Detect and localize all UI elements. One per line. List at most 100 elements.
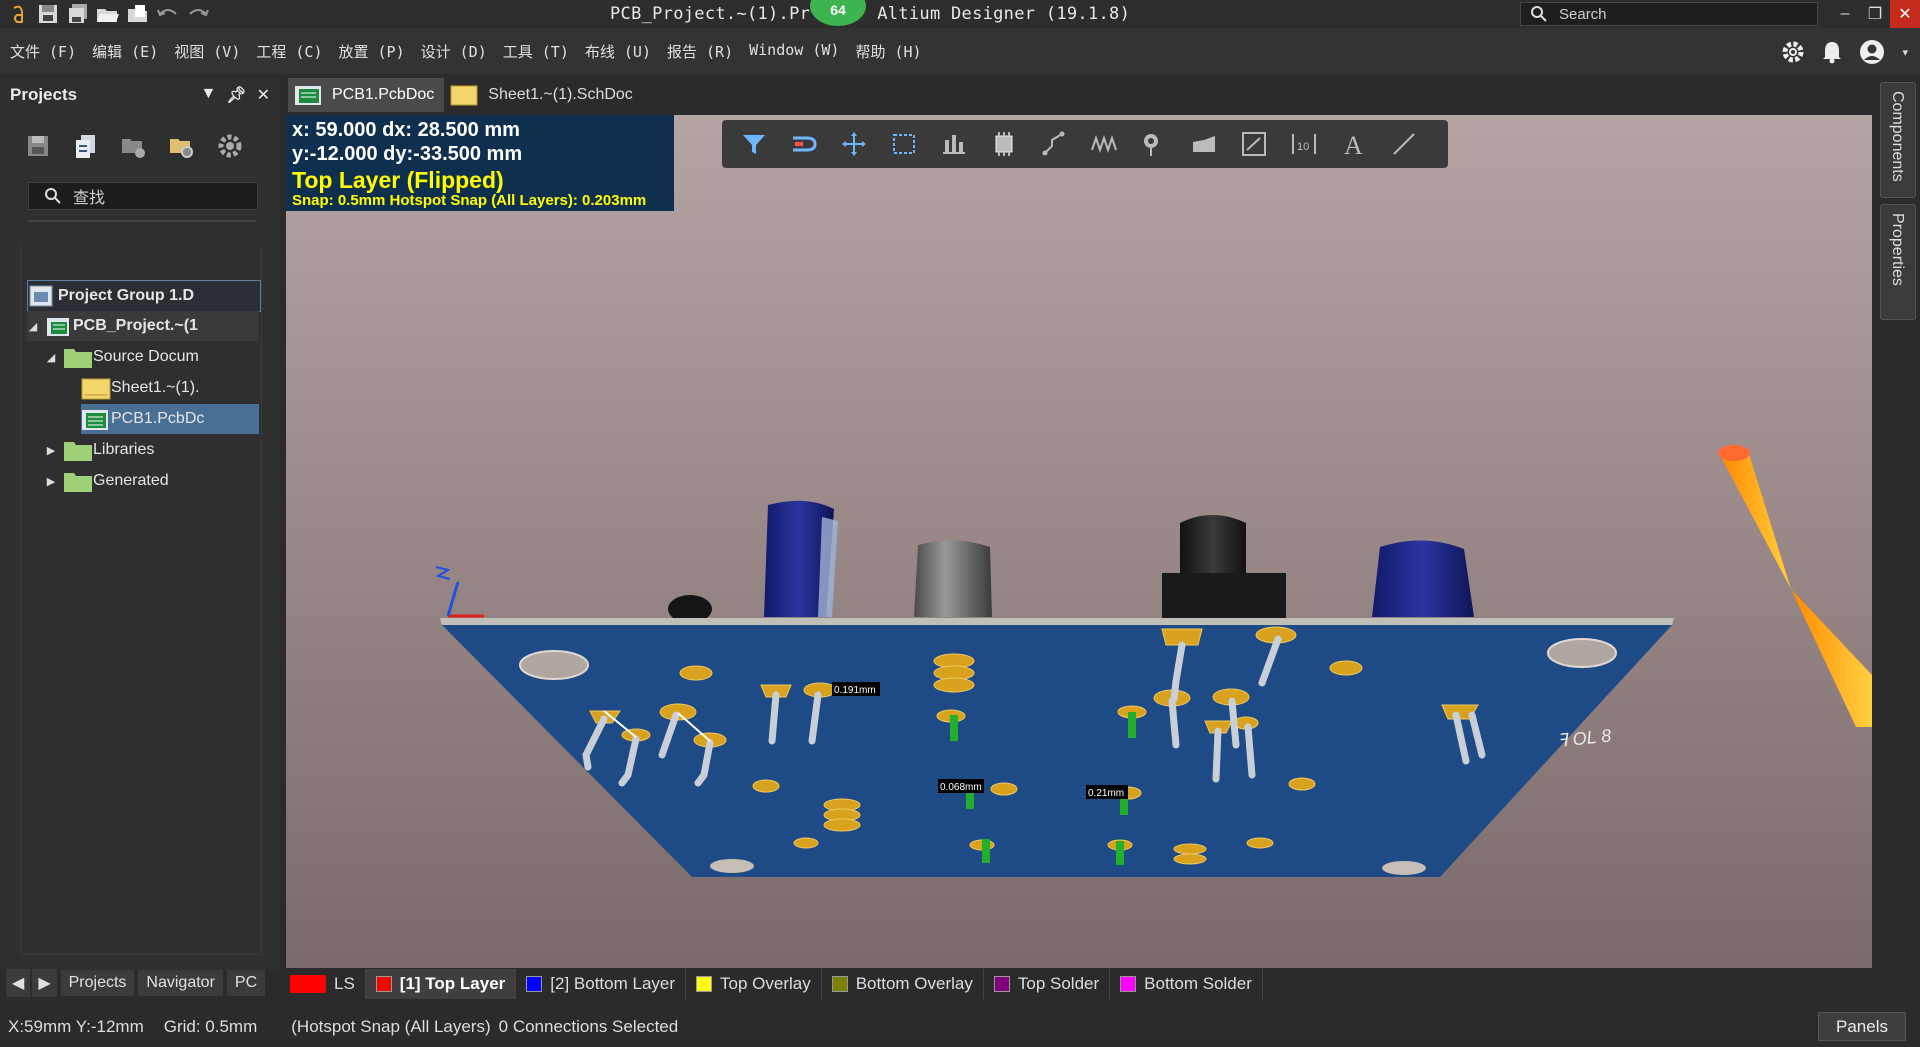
project-options-icon[interactable] [118,130,150,162]
interactive-route-icon[interactable] [786,126,822,162]
tab-pcb[interactable]: PC [226,970,266,996]
doc-tab-sheet1[interactable]: Sheet1.~(1).SchDoc [444,78,643,112]
menu-file[interactable]: 文件 (F) [10,41,76,62]
close-icon[interactable]: ✕ [257,85,270,105]
project-tree: Project Group 1.D ◢ PCB_Project.~(1 ◢ So… [20,244,262,955]
open-folder-icon[interactable] [96,2,120,26]
tree-item-label: Sheet1.~(1). [111,379,200,396]
save-project-icon[interactable] [22,130,54,162]
heads-up-display: x: 59.000 dx: 28.500 mm y:-12.000 dy:-33… [286,115,674,211]
dimension-label-3: 0.21mm [1088,788,1124,799]
select-rectangle-icon[interactable] [886,126,922,162]
tree-item-sheet1[interactable]: Sheet1.~(1). [81,373,200,403]
menu-view[interactable]: 视图 (V) [174,41,240,62]
save-icon[interactable] [36,2,60,26]
layer-color-swatch [993,976,1010,992]
gear-icon[interactable] [1780,39,1806,65]
status-coordinates: X:59mm Y:-12mm [8,1016,144,1036]
panel-menu-icon[interactable]: ▼ [200,85,216,105]
panels-button[interactable]: Panels [1818,1012,1906,1041]
app-logo-icon[interactable] [6,2,30,26]
tab-projects[interactable]: Projects [60,970,135,996]
menu-project[interactable]: 工程 (C) [256,41,322,62]
tree-item-pcb-project[interactable]: ◢ PCB_Project.~(1 [27,311,259,341]
pin-icon[interactable]: 📌︎ [226,85,246,105]
layer-tab-top-overlay[interactable]: Top Overlay [686,969,822,999]
move-icon[interactable] [836,126,872,162]
place-string-icon[interactable]: A [1336,126,1372,162]
tree-item-label: PCB_Project.~(1 [73,317,198,334]
layer-tab-bottom-layer[interactable]: [2] Bottom Layer [516,969,687,999]
bell-icon[interactable] [1820,39,1844,65]
tab-navigator[interactable]: Navigator [138,970,223,996]
place-dimension-icon[interactable]: 10 [1286,126,1322,162]
settings-gear-icon[interactable] [214,130,246,162]
place-component-icon[interactable] [986,126,1022,162]
expanded-arrow-icon[interactable]: ◢ [45,351,57,364]
project-folder-settings-icon[interactable] [166,130,198,162]
filter-icon[interactable] [736,126,772,162]
dimension-icon[interactable] [1236,126,1272,162]
minimize-button[interactable]: – [1830,0,1860,28]
layer-tab-bottom-overlay[interactable]: Bottom Overlay [822,969,984,999]
menu-reports[interactable]: 报告 (R) [667,41,733,62]
pcb-document-icon [82,410,108,430]
collapsed-arrow-icon[interactable]: ▶ [45,475,57,488]
open-document-icon[interactable] [126,2,150,26]
menu-bar: 文件 (F) 编辑 (E) 视图 (V) 工程 (C) 放置 (P) 设计 (D… [0,28,1920,74]
undo-icon[interactable] [156,2,180,26]
align-icon[interactable] [936,126,972,162]
user-account-icon[interactable] [1858,38,1888,66]
tree-item-source-documents[interactable]: ◢ Source Docum [45,342,199,372]
properties-panel-tab[interactable]: Properties [1880,204,1916,320]
menu-tools[interactable]: 工具 (T) [503,41,569,62]
pcb-3d-viewport[interactable]: 0.191mm 0.068mm 0.21mm ꟻ OL 8 [286,115,1872,968]
layer-tabs-bar: LS [1] Top Layer [2] Bottom Layer Top Ov… [286,968,1872,1000]
layer-set-swatch [290,975,326,993]
search-icon [45,188,61,204]
menu-place[interactable]: 放置 (P) [339,41,405,62]
layer-tab-top-solder[interactable]: Top Solder [984,969,1111,999]
tree-item-libraries[interactable]: ▶ Libraries [45,435,154,465]
layer-set-label: LS [334,974,355,993]
projects-panel: Projects ▼ 📌︎ ✕ 查找 Project Group 1.D ◢ P… [0,78,280,971]
place-via-icon[interactable] [1136,126,1172,162]
compile-project-icon[interactable] [70,130,102,162]
layer-tab-top-layer[interactable]: [1] Top Layer [365,969,517,999]
right-panel-strip: Components Properties [1876,78,1920,971]
expanded-arrow-icon[interactable]: ◢ [27,320,39,333]
project-group-icon [29,285,53,307]
route-track-icon[interactable] [1036,126,1072,162]
project-search-input[interactable]: 查找 [28,182,258,210]
tree-item-project-group[interactable]: Project Group 1.D [27,280,261,312]
collapsed-arrow-icon[interactable]: ▶ [45,444,57,457]
global-search-input[interactable]: Search [1520,2,1818,26]
tree-item-label: Project Group 1.D [58,287,195,304]
tune-length-icon[interactable] [1086,126,1122,162]
layer-set-selector[interactable]: LS [286,969,366,999]
tab-scroll-left-button[interactable]: ◀ [6,969,31,997]
menu-design[interactable]: 设计 (D) [421,41,487,62]
place-line-icon[interactable] [1386,126,1422,162]
component-black-cylinder [1180,515,1246,577]
redo-icon[interactable] [186,2,210,26]
menu-help[interactable]: 帮助 (H) [855,41,921,62]
tab-scroll-right-button[interactable]: ▶ [32,969,57,997]
document-tabs: PCB1.PcbDoc Sheet1.~(1).SchDoc [288,78,643,112]
menu-edit[interactable]: 编辑 (E) [92,41,158,62]
status-connections: 0 Connections Selected [498,1016,679,1036]
close-window-button[interactable]: ✕ [1890,0,1920,28]
save-all-icon[interactable] [66,2,90,26]
components-panel-tab[interactable]: Components [1880,82,1916,198]
chevron-down-icon[interactable]: ▾ [1902,46,1908,59]
doc-tab-pcb1[interactable]: PCB1.PcbDoc [288,78,445,112]
status-snap: (Hotspot Snap (All Layers) [291,1016,491,1036]
restore-button[interactable]: ❐ [1860,0,1890,28]
tree-item-generated[interactable]: ▶ Generated [45,466,169,496]
layer-tab-bottom-solder[interactable]: Bottom Solder [1110,969,1263,999]
tree-item-pcb1[interactable]: PCB1.PcbDc [81,404,259,434]
pcb-project-icon [47,318,69,336]
menu-window[interactable]: Window (W) [749,41,839,62]
menu-route[interactable]: 布线 (U) [585,41,651,62]
place-polygon-icon[interactable] [1186,126,1222,162]
